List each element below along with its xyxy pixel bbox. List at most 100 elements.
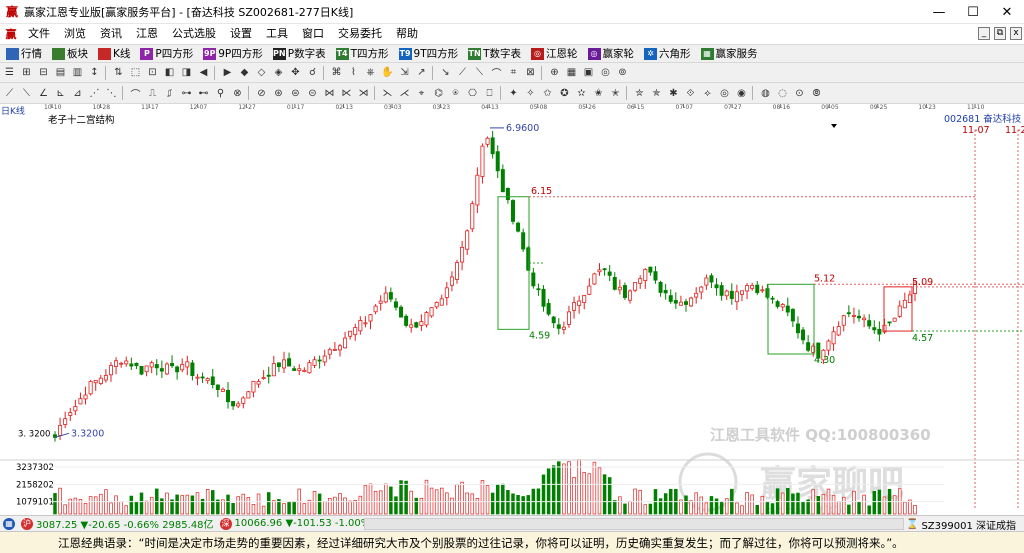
status-right-text[interactable]: SZ399001 深证成指 (921, 517, 1016, 532)
menu-settings[interactable]: 设置 (223, 24, 259, 44)
candle-body[interactable] (480, 145, 485, 177)
toolbar-button-5[interactable]: PN P数字表 (272, 46, 326, 61)
candle-body[interactable] (175, 366, 180, 373)
candle-body[interactable] (399, 306, 404, 318)
candle-body[interactable] (114, 360, 119, 367)
candle-body[interactable] (63, 418, 68, 425)
tb3-tool-icon[interactable]: ⌒ (128, 86, 143, 101)
candle-body[interactable] (724, 290, 729, 297)
candle-body[interactable] (292, 368, 297, 371)
candle-body[interactable] (210, 376, 215, 386)
candle-body[interactable] (215, 384, 220, 391)
toolbar-button-6[interactable]: T4 T四方形 (335, 46, 389, 61)
candle-body[interactable] (139, 365, 144, 375)
tb2-tool-icon[interactable]: ↕ (87, 65, 102, 80)
candle-body[interactable] (745, 285, 750, 292)
tb3-tool-icon[interactable]: ✦ (506, 86, 521, 101)
candle-body[interactable] (587, 285, 592, 295)
candle-body[interactable] (841, 315, 846, 326)
candle-body[interactable] (159, 368, 164, 372)
tb3-tool-icon[interactable]: ⊿ (70, 86, 85, 101)
candle-body[interactable] (470, 203, 475, 230)
tb3-tool-icon[interactable]: ⌬ (431, 86, 446, 101)
candle-body[interactable] (638, 278, 643, 284)
candle-body[interactable] (490, 137, 495, 155)
tb2-tool-icon[interactable]: ✥ (288, 65, 303, 80)
candle-body[interactable] (414, 322, 419, 328)
tb3-tool-icon[interactable]: ✧ (523, 86, 538, 101)
candle-body[interactable] (271, 363, 276, 377)
candle-body[interactable] (434, 302, 439, 308)
candle-body[interactable] (363, 322, 368, 325)
candle-body[interactable] (678, 301, 683, 306)
candle-body[interactable] (648, 266, 653, 273)
tb2-tool-icon[interactable]: ◀ (196, 65, 211, 80)
candle-body[interactable] (332, 348, 337, 351)
candle-body[interactable] (185, 361, 190, 368)
candle-body[interactable] (663, 289, 668, 294)
tb3-tool-icon[interactable]: ◍ (758, 86, 773, 101)
tb3-tool-icon[interactable]: ✩ (540, 86, 555, 101)
candle-body[interactable] (236, 403, 241, 407)
tb3-tool-icon[interactable]: ✮ (632, 86, 647, 101)
tb2-tool-icon[interactable]: ⊠ (523, 65, 538, 80)
candle-body[interactable] (404, 315, 409, 326)
tb2-tool-icon[interactable]: ▦ (564, 65, 579, 80)
tb2-tool-icon[interactable]: ▥ (70, 65, 85, 80)
candle-body[interactable] (872, 327, 877, 331)
candle-body[interactable] (353, 327, 358, 336)
candle-body[interactable] (149, 362, 154, 368)
candle-body[interactable] (68, 412, 73, 416)
mdi-minimize-button[interactable]: _ (978, 27, 990, 40)
tb3-tool-icon[interactable]: ✬ (591, 86, 606, 101)
candle-body[interactable] (602, 268, 607, 271)
candle-body[interactable] (465, 230, 470, 250)
tb3-tool-icon[interactable]: ⊗ (230, 86, 245, 101)
toolbar-button-8[interactable]: TN T数字表 (468, 46, 521, 61)
candle-body[interactable] (551, 316, 556, 324)
tb3-tool-icon[interactable]: ✱ (666, 86, 681, 101)
candle-body[interactable] (765, 288, 770, 298)
candle-body[interactable] (566, 311, 571, 325)
candle-body[interactable] (612, 277, 617, 290)
tb2-tool-icon[interactable]: ◧ (162, 65, 177, 80)
candle-body[interactable] (795, 323, 800, 334)
candle-body[interactable] (577, 300, 582, 306)
toolbar-button-1[interactable]: 板块 (52, 46, 88, 61)
tb3-tool-icon[interactable]: ⊾ (53, 86, 68, 101)
toolbar-button-11[interactable]: ✲ 六角形 (644, 46, 691, 61)
candle-body[interactable] (343, 337, 348, 349)
tb2-tool-icon[interactable]: ⟋ (455, 65, 470, 80)
tb2-tool-icon[interactable]: ⬚ (128, 65, 143, 80)
candle-body[interactable] (846, 312, 851, 315)
candle-body[interactable] (317, 359, 322, 362)
candle-body[interactable] (857, 315, 862, 319)
tb3-tool-icon[interactable]: ◌ (775, 86, 790, 101)
candle-body[interactable] (806, 342, 811, 351)
candle-body[interactable] (78, 398, 83, 405)
dropdown-arrow-icon[interactable] (831, 124, 837, 128)
status-scrollbar[interactable] (364, 518, 904, 530)
tb2-tool-icon[interactable]: ↗ (414, 65, 429, 80)
candle-body[interactable] (98, 377, 103, 384)
tb2-tool-icon[interactable]: ◨ (179, 65, 194, 80)
candle-body[interactable] (505, 187, 510, 201)
candle-body[interactable] (103, 375, 108, 381)
minimize-button[interactable]: — (922, 0, 956, 24)
tb3-tool-icon[interactable]: ⦾ (809, 86, 824, 101)
candle-body[interactable] (388, 292, 393, 300)
candle-body[interactable] (541, 288, 546, 307)
tb2-tool-icon[interactable]: ⌒ (489, 65, 504, 80)
tb2-tool-icon[interactable]: ⇅ (111, 65, 126, 80)
tb3-tool-icon[interactable]: ⊷ (196, 86, 211, 101)
candle-body[interactable] (460, 246, 465, 263)
tb3-tool-icon[interactable]: ⊜ (288, 86, 303, 101)
toolbar-button-3[interactable]: P P四方形 (140, 46, 193, 61)
candle-body[interactable] (312, 359, 317, 366)
candle-body[interactable] (851, 315, 856, 317)
candle-body[interactable] (73, 406, 78, 412)
candle-body[interactable] (307, 362, 312, 374)
candle-body[interactable] (536, 288, 541, 291)
maximize-button[interactable]: ☐ (956, 0, 990, 24)
tb2-tool-icon[interactable]: ⌗ (506, 65, 521, 80)
